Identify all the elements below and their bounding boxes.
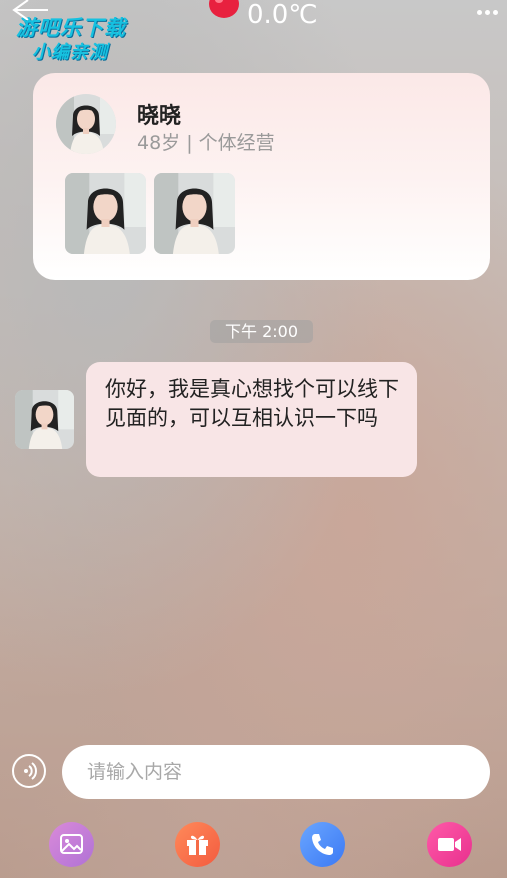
image-button[interactable] [49,822,94,867]
profile-card[interactable]: 晓晓 48岁 | 个体经营 [33,73,490,280]
image-icon [60,834,83,854]
voice-input-button[interactable] [12,754,46,788]
profile-name: 晓晓 [137,104,182,129]
gift-icon [187,835,208,855]
phone-icon [312,834,333,855]
voice-call-button[interactable] [300,822,345,867]
heart-balloon-icon [207,0,241,22]
avatar[interactable] [56,94,116,154]
message-bubble[interactable]: 你好，我是真心想找个可以线下见面的，可以互相认识一下吗 [86,362,417,477]
video-call-button[interactable] [427,822,472,867]
profile-photo-1[interactable] [65,173,146,254]
sender-avatar[interactable] [15,390,74,449]
watermark-line2: 小编亲测 [32,42,108,63]
message-input[interactable] [62,745,490,799]
temperature-label: 0.0℃ [247,0,318,30]
gift-button[interactable] [175,822,220,867]
chat-timestamp: 下午 2:00 [210,320,313,343]
more-options-icon[interactable] [477,0,507,22]
back-arrow-icon[interactable] [10,0,50,21]
profile-photo-2[interactable] [154,173,235,254]
profile-meta: 48岁 | 个体经营 [137,132,275,154]
video-icon [438,838,461,851]
